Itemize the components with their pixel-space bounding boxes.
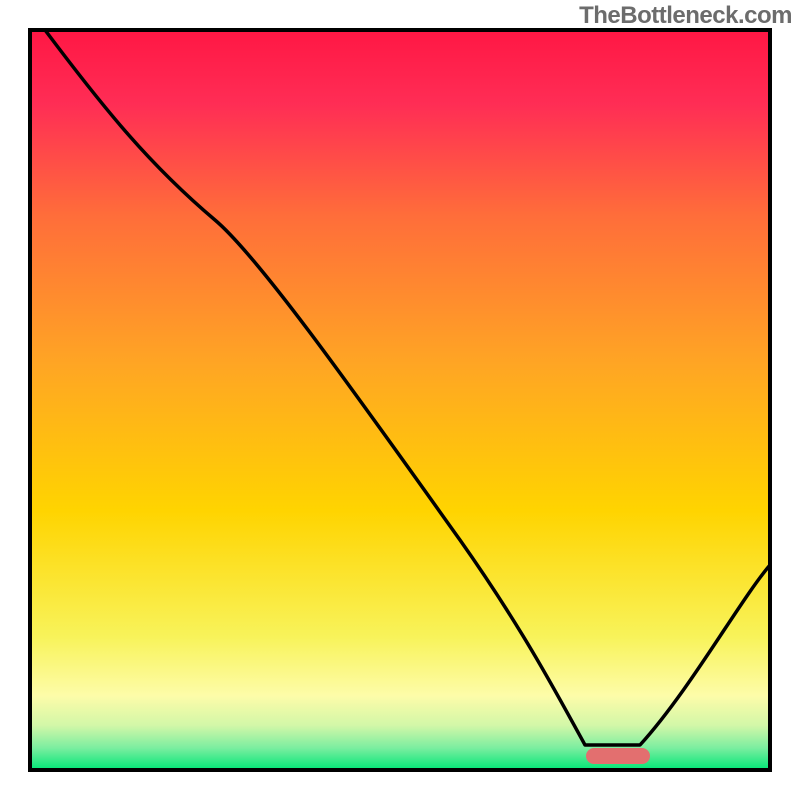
bottleneck-chart bbox=[0, 0, 800, 800]
plot-background bbox=[30, 30, 770, 770]
chart-container: { "watermark": "TheBottleneck.com", "cha… bbox=[0, 0, 800, 800]
watermark-text: TheBottleneck.com bbox=[579, 2, 792, 30]
optimal-marker-bar bbox=[586, 748, 650, 764]
